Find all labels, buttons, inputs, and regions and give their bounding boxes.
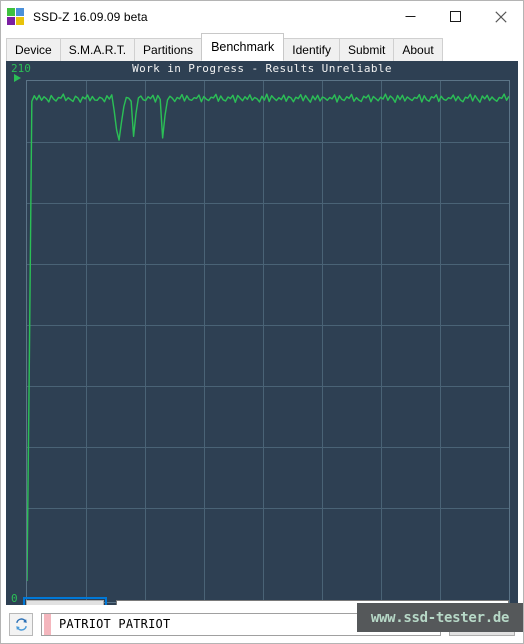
device-name-field[interactable]: PATRIOT PATRIOT bbox=[41, 612, 441, 636]
transfer-rate-line bbox=[27, 93, 509, 582]
chart-header: 210 Work in Progress - Results Unreliabl… bbox=[6, 61, 518, 79]
chart-canvas bbox=[26, 80, 510, 603]
title-bar: SSD-Z 16.09.09 beta bbox=[1, 1, 523, 32]
window-controls bbox=[388, 1, 523, 32]
tab-identify[interactable]: Identify bbox=[283, 38, 340, 61]
minimize-icon bbox=[405, 16, 416, 17]
tab-about[interactable]: About bbox=[393, 38, 443, 61]
tab-partitions[interactable]: Partitions bbox=[134, 38, 203, 61]
tab-smart[interactable]: S.M.A.R.T. bbox=[59, 38, 136, 61]
close-icon bbox=[494, 10, 507, 23]
exit-button[interactable]: Exit bbox=[449, 612, 515, 636]
refresh-button[interactable] bbox=[9, 612, 33, 636]
benchmark-panel: 210 Work in Progress - Results Unreliabl… bbox=[6, 61, 518, 631]
maximize-button[interactable] bbox=[433, 1, 478, 32]
app-icon bbox=[7, 8, 24, 25]
device-status-indicator bbox=[44, 613, 51, 635]
tab-device[interactable]: Device bbox=[6, 38, 61, 61]
warning-banner: Work in Progress - Results Unreliable bbox=[132, 62, 392, 75]
status-bar: PATRIOT PATRIOT Exit bbox=[1, 605, 523, 643]
chart-plot-area bbox=[26, 80, 510, 603]
maximize-icon bbox=[450, 11, 461, 22]
close-button[interactable] bbox=[478, 1, 523, 32]
tab-strip: Device S.M.A.R.T. Partitions Benchmark I… bbox=[1, 32, 523, 61]
window-title: SSD-Z 16.09.09 beta bbox=[33, 9, 148, 24]
ssd-z-window: SSD-Z 16.09.09 beta Device S.M.A.R.T. Pa… bbox=[0, 0, 524, 644]
minimize-button[interactable] bbox=[388, 1, 433, 32]
tab-benchmark[interactable]: Benchmark bbox=[201, 33, 285, 61]
play-triangle-icon bbox=[14, 74, 21, 82]
refresh-icon bbox=[15, 617, 27, 631]
tab-submit[interactable]: Submit bbox=[339, 38, 395, 61]
device-name-text: PATRIOT PATRIOT bbox=[59, 617, 171, 631]
